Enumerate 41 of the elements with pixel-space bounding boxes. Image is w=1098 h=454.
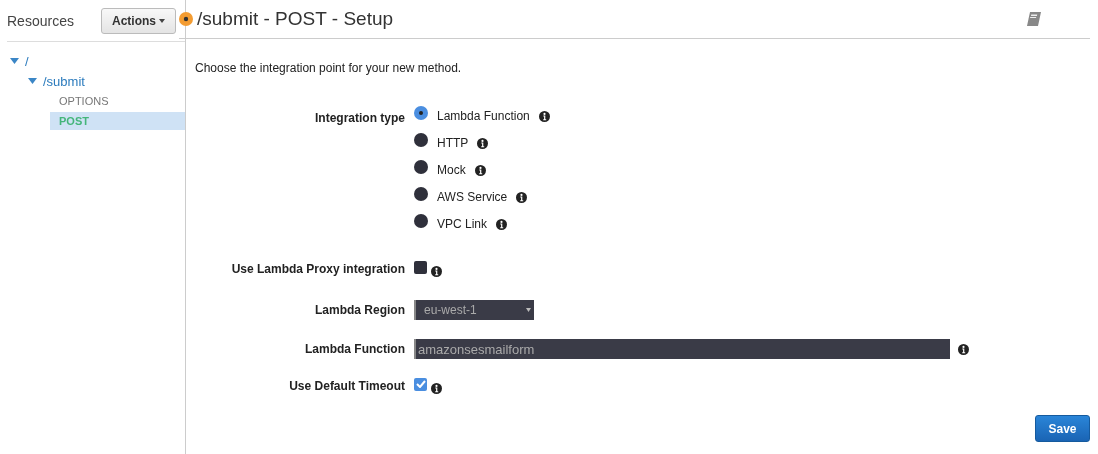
field-label: Integration type <box>314 110 406 125</box>
info-icon[interactable] <box>431 265 442 277</box>
info-icon[interactable] <box>474 164 486 176</box>
field-label: Use Default Timeout <box>288 379 406 393</box>
resource-item[interactable]: / <box>25 53 29 69</box>
field-label: Lambda Region <box>314 303 406 317</box>
radio-button[interactable] <box>414 214 428 228</box>
info-icon[interactable] <box>477 137 489 149</box>
info-icon[interactable] <box>431 382 442 394</box>
radio-button[interactable] <box>414 160 428 174</box>
caret-icon[interactable] <box>28 78 37 84</box>
option-label[interactable]: Mock <box>437 163 466 177</box>
method-item[interactable]: OPTIONS <box>50 92 185 110</box>
caret-icon[interactable] <box>10 58 19 64</box>
option-label[interactable]: AWS Service <box>437 190 508 204</box>
radio-button[interactable] <box>414 133 428 147</box>
info-icon[interactable] <box>496 218 508 230</box>
option-label[interactable]: VPC Link <box>437 217 488 231</box>
radio-button[interactable] <box>414 187 428 201</box>
caret-icon <box>526 308 531 312</box>
field-label: Use Lambda Proxy integration <box>230 262 406 276</box>
save-button[interactable]: Save <box>1035 415 1090 442</box>
resource-item[interactable]: /submit <box>43 73 85 89</box>
sidebar-title: Resources <box>7 12 74 29</box>
book-icon[interactable] <box>1026 11 1042 27</box>
function-input[interactable]: amazonsesmailform <box>414 339 950 359</box>
checkbox[interactable] <box>414 377 427 391</box>
checkbox[interactable] <box>414 260 427 274</box>
status-dot-icon <box>179 12 193 26</box>
radio-button[interactable] <box>414 106 428 120</box>
info-icon[interactable] <box>516 191 528 203</box>
actions-button[interactable]: Actions <box>101 7 176 34</box>
info-icon[interactable] <box>538 110 550 122</box>
info-icon[interactable] <box>958 343 969 355</box>
region-select[interactable]: eu-west-1 <box>414 300 534 320</box>
page-title: /submit - POST - Setup <box>197 8 395 30</box>
caret-icon <box>159 18 165 23</box>
option-label[interactable]: Lambda Function <box>437 109 530 123</box>
intro-text: Choose the integration point for your new method. <box>195 61 463 75</box>
option-label[interactable]: HTTP <box>437 136 469 150</box>
field-label: Lambda Function <box>304 342 406 356</box>
